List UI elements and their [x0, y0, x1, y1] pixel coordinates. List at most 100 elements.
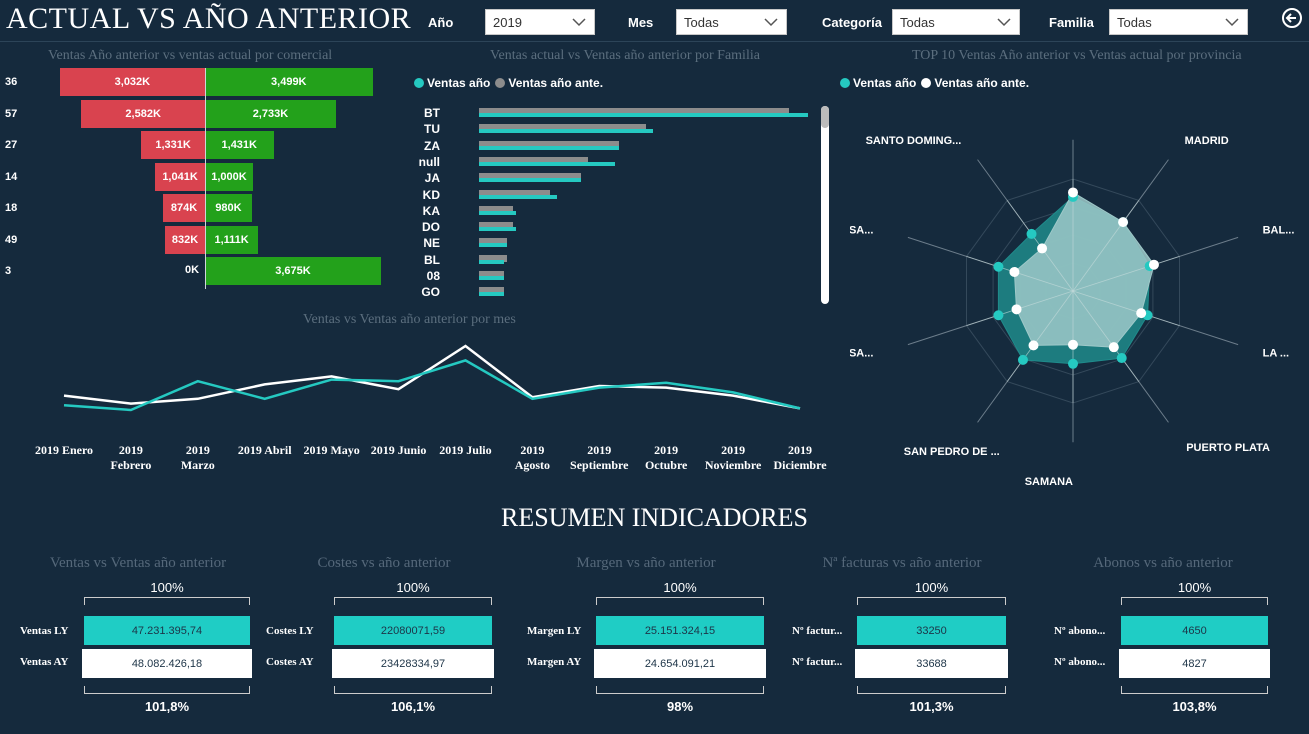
radar-legend: Ventas año Ventas año ante.	[840, 76, 1029, 90]
kpi-bottom-bracket	[596, 686, 764, 694]
resumen-title: RESUMEN INDICADORES	[501, 503, 808, 532]
familia-legend: Ventas año Ventas año ante.	[414, 76, 603, 90]
comercial-prev-label: 0K	[185, 264, 200, 276]
comercial-row-label: 36	[5, 76, 18, 88]
familia-curr-bar	[479, 276, 504, 280]
radar-ventas-ant-point	[1011, 304, 1022, 315]
kpi-bottom-bracket	[1121, 686, 1268, 694]
radar-axis-label: BARCELONA	[1038, 96, 1108, 98]
kpi-ay-label: Ventas AY	[20, 656, 69, 668]
header-divider	[0, 41, 1309, 42]
familia-scrollbar-thumb[interactable]	[821, 106, 829, 128]
radar-axis-label: SAN PEDRO DE ...	[904, 446, 1000, 458]
familia-row-label: null	[418, 154, 440, 169]
monthly-x-axis: 2019 Enero 2019 Febrero 2019 Marzo 2019 Abril…	[30, 443, 830, 475]
kpi-top-pct: 100%	[663, 580, 697, 595]
kpi-top-bracket	[857, 597, 1006, 605]
radar-ventas-ant-area	[1013, 191, 1155, 348]
familia-chart-title: Ventas actual vs Ventas año anterior por…	[490, 48, 760, 63]
kpi-ly-value: 33250	[857, 616, 1006, 645]
comercial-prev-bar: 832K	[165, 225, 205, 254]
legend-dot-ventas-ant	[495, 78, 506, 88]
comercial-curr-bar: 3,499K	[205, 68, 373, 96]
comercial-prev-bar: 874K	[163, 194, 205, 222]
chevron-down-icon	[572, 18, 586, 27]
radar-axis-label: SA...	[850, 348, 873, 360]
month-dropdown-value: Todas	[684, 15, 719, 30]
familia-row-label: JA	[424, 171, 440, 186]
familia-curr-bar	[479, 243, 507, 248]
radar-ventas-point	[993, 310, 1004, 321]
kpi-ly-label: Margen LY	[527, 625, 582, 637]
kpi-title: Costes vs año anterior	[317, 555, 451, 571]
comercial-prev-bar: 2,582K	[81, 99, 205, 128]
page-title: ACTUAL VS AÑO ANTERIOR	[6, 2, 412, 35]
kpi-title: Abonos vs año anterior	[1093, 555, 1233, 571]
comercial-prev-bar: 3,032K	[59, 68, 205, 96]
comercial-curr-bar: 1,431K	[205, 131, 274, 159]
familia-row-label: NE	[423, 236, 440, 251]
familia-curr-bar	[479, 161, 616, 166]
kpi-section: Ventas vs Ventas año anterior 100% Ventas …	[0, 555, 1309, 730]
month-dropdown[interactable]: Todas	[676, 9, 787, 35]
kpi-ay-value: 24.654.091,21	[594, 649, 766, 678]
comercial-curr-bar: 980K	[205, 194, 252, 222]
chevron-down-icon	[1225, 18, 1239, 27]
legend-label-ventas-ant: Ventas año ante.	[508, 76, 604, 90]
legend-dot-ventas-ant	[921, 78, 932, 88]
kpi-top-bracket	[1121, 597, 1268, 605]
comercial-curr-bar: 1,000K	[205, 162, 253, 191]
radar-axis-label: MADRID	[1185, 135, 1229, 147]
kpi-top-bracket	[84, 597, 250, 605]
radar-ventas-ant-point	[1028, 340, 1039, 351]
kpi-bottom-pct: 101,8%	[144, 699, 190, 714]
radar-ventas-ant-point	[1068, 187, 1078, 198]
kpi-ay-label: Margen AY	[527, 656, 582, 668]
kpi-ly-value: 47.231.395,74	[84, 616, 250, 645]
kpi-ly-label: Ventas LY	[20, 625, 69, 637]
category-dropdown[interactable]: Todas	[892, 9, 1020, 35]
kpi-title: Ventas vs Ventas año anterior	[49, 555, 227, 571]
family-dropdown[interactable]: Todas	[1109, 9, 1248, 35]
familia-row-label: 08	[426, 269, 440, 283]
familia-row-label: KA	[422, 203, 440, 218]
kpi-bottom-bracket	[857, 686, 1006, 694]
radar-axis-label: BAL...	[1263, 224, 1295, 236]
kpi-ay-label: Costes AY	[266, 656, 314, 668]
radar-axis-label: SA...	[850, 224, 873, 236]
radar-chart: BARCELONA MADRID BAL... LA ... PUERTO PLATA S…	[850, 96, 1295, 486]
familia-curr-bar	[479, 113, 808, 117]
familia-curr-bar	[479, 292, 504, 297]
radar-ventas-point	[1116, 353, 1127, 364]
comercial-curr-bar: 1,111K	[205, 225, 259, 254]
radar-ventas-ant-point	[1068, 339, 1078, 350]
year-dropdown-value: 2019	[493, 15, 522, 30]
radar-ventas-point	[1068, 358, 1078, 369]
legend-dot-ventas	[840, 78, 850, 88]
comercial-prev-bar: 1,331K	[141, 131, 205, 159]
filter-label-category: Categoría	[822, 15, 882, 30]
monthly-chart-title: Ventas vs Ventas año anterior por mes	[303, 312, 516, 327]
category-dropdown-value: Todas	[900, 15, 935, 30]
comercial-curr-bar: 2,733K	[205, 99, 336, 128]
familia-curr-bar	[479, 259, 504, 264]
kpi-bottom-pct: 98%	[666, 699, 694, 714]
kpi-ly-value: 4650	[1121, 616, 1268, 645]
comercial-row-label: 3	[5, 265, 12, 277]
ventas-ant-line	[63, 344, 801, 410]
familia-row-label: KD	[422, 187, 440, 202]
radar-axis-label: LA ...	[1263, 348, 1289, 360]
kpi-title: Margen vs año anterior	[576, 555, 716, 571]
back-arrow-icon[interactable]	[1281, 7, 1303, 29]
filter-label-year: Año	[428, 15, 454, 30]
year-dropdown[interactable]: 2019	[485, 9, 595, 35]
kpi-ly-value: 22080071,59	[334, 616, 492, 645]
familia-row-label: TU	[424, 122, 440, 137]
radar-ventas-ant-point	[1148, 259, 1159, 270]
legend-dot-ventas	[414, 78, 424, 88]
radar-ventas-ant-point	[1108, 342, 1119, 353]
monthly-line-chart	[63, 344, 801, 412]
comercial-row-label: 27	[5, 139, 18, 151]
familia-scrollbar[interactable]	[821, 106, 829, 304]
kpi-ay-value: 33688	[855, 649, 1008, 678]
